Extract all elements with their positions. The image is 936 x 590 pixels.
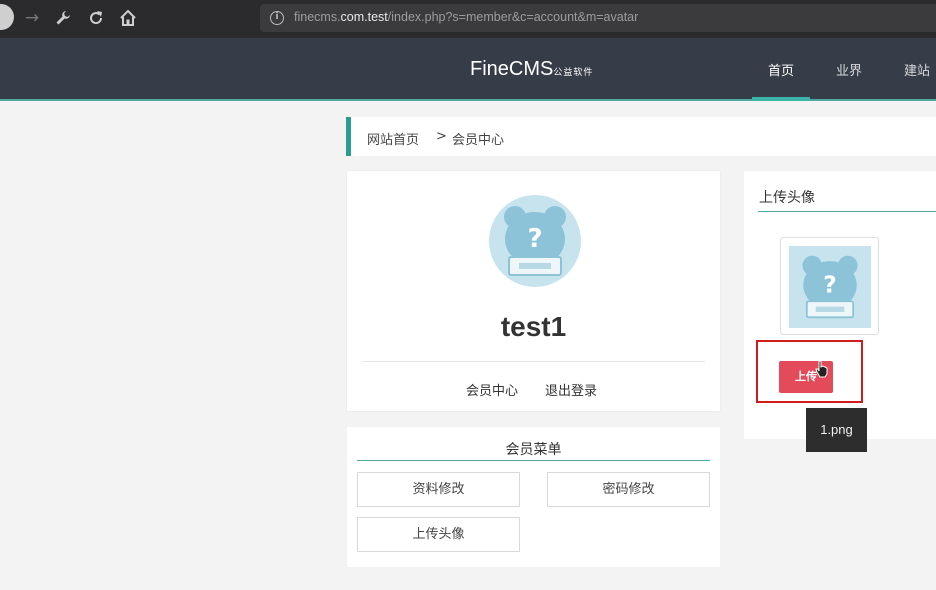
logout-link[interactable]: 退出登录: [545, 380, 597, 399]
nav-item-industry[interactable]: 业界: [836, 60, 862, 79]
site-logo[interactable]: FineCMS公益软件: [470, 58, 593, 81]
member-center-link[interactable]: 会员中心: [466, 380, 518, 399]
svg-text:?: ?: [823, 271, 836, 298]
default-avatar-bear-icon: ?: [789, 246, 871, 328]
upload-avatar-title: 上传头像: [759, 190, 815, 206]
edit-profile-button[interactable]: 资料修改: [357, 472, 520, 507]
wrench-icon[interactable]: [53, 6, 73, 30]
breadcrumb-separator: >: [436, 129, 447, 144]
default-avatar-bear-icon: ?: [489, 195, 581, 287]
nav-item-build[interactable]: 建站: [904, 60, 930, 79]
upload-avatar-card: 上传头像 ? 上传: [744, 171, 936, 439]
member-menu-title: 会员菜单: [505, 442, 562, 458]
file-tooltip: 1.png: [806, 408, 867, 452]
avatar-preview: ?: [780, 237, 879, 335]
forward-icon[interactable]: →: [22, 6, 42, 30]
change-password-button[interactable]: 密码修改: [547, 472, 710, 507]
browser-toolbar: → i finecms.com.test/index.php?s=member&…: [0, 0, 936, 38]
nav-item-home[interactable]: 首页: [768, 60, 794, 79]
profile-card: ? test1 会员中心 退出登录: [347, 171, 720, 411]
active-nav-indicator: [752, 97, 810, 101]
username: test1: [500, 311, 567, 342]
divider: [362, 361, 705, 362]
divider: [758, 211, 936, 212]
hand-cursor-icon: [815, 360, 828, 378]
svg-text:?: ?: [527, 224, 542, 254]
breadcrumb-current[interactable]: 会员中心: [452, 129, 504, 148]
info-icon[interactable]: i: [270, 11, 284, 25]
site-header: FineCMS公益软件 首页 业界 建站: [0, 38, 936, 101]
member-menu-card: 会员菜单 资料修改 密码修改 上传头像: [347, 427, 720, 567]
url-text: finecms.com.test/index.php?s=member&c=ac…: [294, 10, 639, 24]
address-bar[interactable]: i finecms.com.test/index.php?s=member&c=…: [260, 4, 936, 32]
upload-avatar-button[interactable]: 上传头像: [357, 517, 520, 552]
breadcrumb: 网站首页 > 会员中心: [346, 117, 936, 156]
reload-icon[interactable]: [86, 6, 106, 30]
avatar: ?: [489, 195, 581, 287]
home-icon[interactable]: [117, 6, 139, 30]
back-button[interactable]: [0, 4, 14, 30]
breadcrumb-home-link[interactable]: 网站首页: [367, 129, 419, 148]
divider: [357, 460, 710, 461]
